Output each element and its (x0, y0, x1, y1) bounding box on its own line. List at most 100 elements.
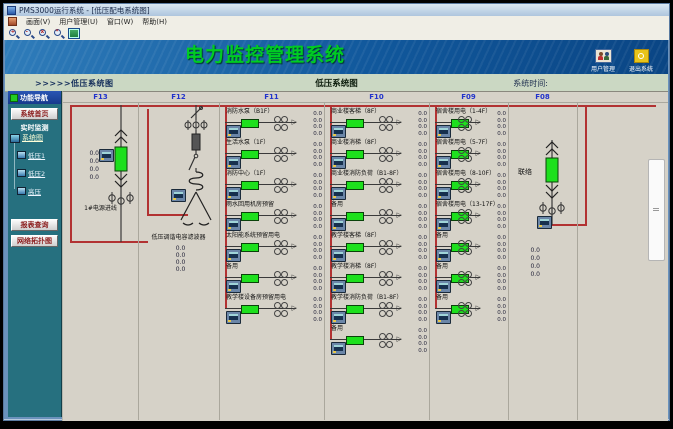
meter-icon[interactable] (99, 149, 114, 162)
breaker[interactable] (346, 243, 364, 252)
tie-breaker[interactable] (546, 158, 558, 182)
feeder-row: 太阳能系统预留用电▷0.00.00.00.0 (219, 231, 324, 262)
breaker[interactable] (241, 119, 259, 128)
meter-icon[interactable] (436, 311, 451, 324)
ct-icon (379, 333, 385, 349)
user-management-button[interactable]: 用户管理 (584, 49, 622, 73)
tree-node-lv2[interactable]: 低压2 (17, 168, 45, 178)
tree-node-system-diagram[interactable]: 系统图 (10, 133, 43, 143)
flow-arrow-icon: ▷ (397, 211, 402, 219)
column-header: F11 (219, 93, 324, 102)
ct-icon (465, 209, 471, 225)
meter-icon[interactable] (171, 189, 186, 202)
feeder-label: 商业楼消防负荷（B1-8F） (331, 170, 402, 177)
ct-icon (281, 209, 287, 225)
meter-icon[interactable] (226, 218, 241, 231)
exit-icon (634, 49, 649, 63)
breaker[interactable] (346, 274, 364, 283)
measurement-value: 0.0 (516, 247, 540, 255)
system-time-label: 系统时间: (513, 78, 548, 89)
ct-icon (458, 271, 464, 287)
meter-icon[interactable] (436, 249, 451, 262)
app-header: 电力监控管理系统 用户管理 退出系统 (5, 40, 668, 74)
ct-icon (281, 116, 287, 132)
column-caption: 低压调谐电容滤波器 (138, 234, 219, 242)
breaker[interactable] (346, 336, 364, 345)
zoom-in-icon[interactable]: + (8, 28, 19, 39)
ct-icon (465, 302, 471, 318)
meter-icon[interactable] (436, 218, 451, 231)
ct-icon (274, 147, 280, 163)
flow-arrow-icon: ▷ (476, 118, 481, 126)
meter-icon[interactable] (226, 187, 241, 200)
menu-item-window[interactable]: 窗口(W) (107, 17, 133, 27)
sidebar-item-network-topology[interactable]: 网络拓扑图 (11, 235, 58, 247)
exit-system-button[interactable]: 退出系统 (624, 49, 658, 73)
tree-node-lv1[interactable]: 低压1 (17, 150, 45, 160)
meter-icon[interactable] (331, 125, 346, 138)
ct-icon (386, 271, 392, 287)
sidebar-item-reports[interactable]: 报表查询 (11, 219, 58, 231)
tree-node-hv[interactable]: 高压 (17, 186, 41, 196)
title-bar[interactable]: PMS3000运行系统 - [低压配电系统图] (4, 4, 669, 16)
feeder-label: 教学楼客梯（8F） (331, 232, 380, 239)
meter-icon[interactable] (226, 249, 241, 262)
meter-icon[interactable] (537, 216, 552, 229)
menu-item-user-management[interactable]: 用户管理(U) (59, 17, 98, 27)
measurement-value: 0.0 (482, 255, 506, 262)
breaker[interactable] (346, 119, 364, 128)
breaker[interactable] (241, 274, 259, 283)
meter-icon[interactable] (226, 156, 241, 169)
zoom-out-icon[interactable]: - (23, 28, 34, 39)
meter-icon[interactable] (436, 156, 451, 169)
measurement-value: 0.0 (158, 266, 203, 273)
ct-icon (458, 302, 464, 318)
breaker[interactable] (241, 150, 259, 159)
meter-icon[interactable] (331, 187, 346, 200)
feeder-label: 备用 (436, 294, 448, 301)
flow-arrow-icon: ▷ (292, 242, 297, 250)
meter-icon[interactable] (331, 156, 346, 169)
canvas-scrollbar-thumb[interactable] (648, 159, 665, 261)
meter-icon[interactable] (226, 311, 241, 324)
feeder-label: 生活水泵（1F） (226, 139, 269, 146)
zoom-window-icon[interactable]: * (53, 28, 64, 39)
meter-icon[interactable] (436, 187, 451, 200)
meter-icon[interactable] (331, 249, 346, 262)
measurement-value: 0.0 (298, 286, 322, 293)
meter-icon[interactable] (436, 280, 451, 293)
feeder-row: 宿舍楼用电（5-7F）▷0.00.00.00.0 (429, 138, 508, 169)
breaker[interactable] (241, 181, 259, 190)
breaker[interactable] (241, 243, 259, 252)
breaker[interactable] (346, 305, 364, 314)
breaker[interactable] (346, 150, 364, 159)
ct-icon (281, 147, 287, 163)
menu-item-help[interactable]: 帮助(H) (142, 17, 167, 27)
meter-icon[interactable] (331, 342, 346, 355)
breaker[interactable] (346, 212, 364, 221)
meter-icon[interactable] (331, 280, 346, 293)
measurement-value: 0.0 (403, 131, 427, 138)
breaker[interactable] (346, 181, 364, 190)
feeder-row: 生活水泵（1F）▷0.00.00.00.0 (219, 138, 324, 169)
sidebar-item-home[interactable]: 系统首页 (11, 108, 58, 120)
breaker[interactable] (241, 212, 259, 221)
meter-icon[interactable] (436, 125, 451, 138)
feeder-row: 宿舍楼用电（1-4F）▷0.00.00.00.0 (429, 107, 508, 138)
app-icon (7, 6, 16, 15)
meter-icon[interactable] (226, 280, 241, 293)
zoom-fit-icon[interactable]: x (38, 28, 49, 39)
incoming-breaker[interactable] (115, 147, 127, 171)
feeder-row: 备用▷0.00.00.00.0 (429, 231, 508, 262)
window-title: PMS3000运行系统 - [低压配电系统图] (19, 5, 150, 16)
meter-icon[interactable] (226, 125, 241, 138)
breaker[interactable] (241, 305, 259, 314)
measurement-values: 0.00.00.00.0 (516, 247, 540, 279)
screen-icon[interactable] (68, 28, 80, 39)
flow-arrow-icon: ▷ (292, 180, 297, 188)
feeder-label: 教学楼消防负荷（B1-8F） (331, 294, 402, 301)
meter-icon[interactable] (331, 218, 346, 231)
column-header: F08 (508, 93, 577, 102)
menu-item-view[interactable]: 画面(V) (26, 17, 50, 27)
meter-icon[interactable] (331, 311, 346, 324)
